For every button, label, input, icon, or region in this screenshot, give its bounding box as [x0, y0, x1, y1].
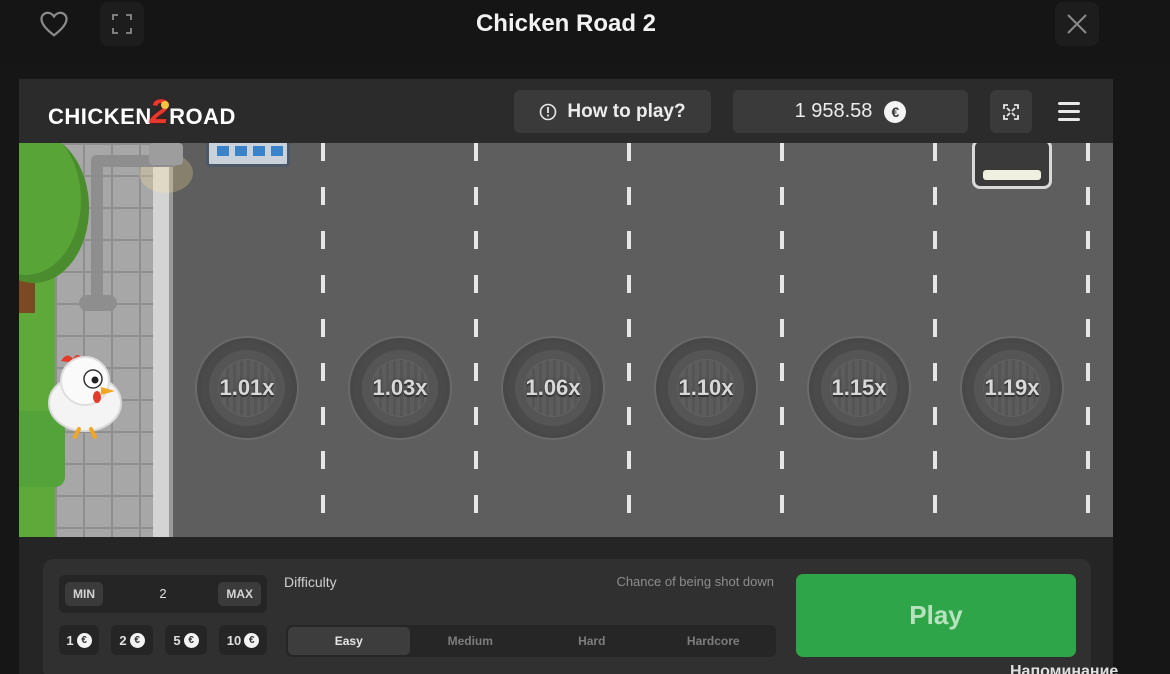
lane-divider: [933, 143, 937, 537]
manhole-multiplier[interactable]: 1.03x: [350, 338, 450, 438]
manhole-multiplier[interactable]: 1.19x: [962, 338, 1062, 438]
chance-label: Chance of being shot down: [616, 574, 774, 589]
multiplier-label: 1.01x: [219, 375, 275, 400]
close-icon: [1067, 14, 1087, 34]
multiplier-label: 1.10x: [678, 375, 734, 400]
quick-bet-value: 1: [66, 632, 74, 648]
game-frame: CHICKEN 2 ROAD How to play? 1 958.58 € 1…: [19, 79, 1113, 674]
max-bet-button[interactable]: MAX: [218, 582, 261, 606]
lane-divider: [627, 143, 631, 537]
logo-text-chicken: CHICKEN: [48, 103, 152, 129]
manhole-multiplier[interactable]: 1.15x: [809, 338, 909, 438]
difficulty-selector: Easy Medium Hard Hardcore: [286, 625, 776, 657]
logo-number: 2: [149, 93, 170, 131]
lane-divider: [474, 143, 478, 537]
close-button[interactable]: [1055, 2, 1099, 46]
quick-bet-10-button[interactable]: 10 €: [219, 625, 267, 655]
multiplier-label: 1.15x: [831, 375, 887, 400]
quick-bet-value: 2: [119, 632, 127, 648]
game-fullscreen-button[interactable]: [990, 90, 1032, 133]
menu-bar: [1058, 118, 1080, 121]
lane-divider: [780, 143, 784, 537]
balance-amount: 1 958.58: [794, 100, 873, 122]
how-to-play-button[interactable]: How to play?: [514, 90, 711, 133]
difficulty-easy[interactable]: Easy: [288, 627, 410, 655]
difficulty-hardcore[interactable]: Hardcore: [653, 627, 775, 655]
street-lamp-base: [79, 295, 117, 311]
balance-display: 1 958.58 €: [733, 90, 968, 133]
multiplier-label: 1.19x: [984, 375, 1040, 400]
overlay-corner-text: Напоминание: [1010, 663, 1119, 674]
bus-icon: [206, 143, 290, 167]
manhole-multiplier[interactable]: 1.06x: [503, 338, 603, 438]
logo-text-road: ROAD: [169, 103, 236, 129]
egg-icon: [161, 100, 170, 109]
difficulty-medium[interactable]: Medium: [410, 627, 532, 655]
manhole-multiplier[interactable]: 1.01x: [197, 338, 297, 438]
quick-bet-value: 5: [173, 632, 181, 648]
car-icon: [972, 143, 1052, 189]
modal-top-bar: Chicken Road 2: [0, 0, 1170, 62]
euro-icon: €: [183, 632, 199, 648]
quick-bet-1-button[interactable]: 1 €: [59, 625, 99, 655]
euro-icon: €: [244, 632, 260, 648]
lane-divider: [321, 143, 325, 537]
road-scene: 1.01x 1.03x 1.06x 1.10x 1.15x 1.19x: [19, 143, 1113, 537]
game-logo: CHICKEN 2 ROAD: [48, 93, 236, 136]
curb: [153, 143, 173, 537]
how-to-play-label: How to play?: [567, 100, 686, 122]
control-panel: MIN 2 MAX 1 € 2 € 5 € 10 € Difficulty Ch…: [43, 559, 1091, 674]
lane-divider: [1086, 143, 1090, 537]
game-header: CHICKEN 2 ROAD How to play? 1 958.58 €: [19, 79, 1113, 143]
info-icon: [540, 103, 557, 120]
menu-bar: [1058, 110, 1080, 113]
street-lamp-icon: [149, 143, 183, 165]
bet-amount-input[interactable]: MIN 2 MAX: [59, 575, 267, 613]
hamburger-menu-button[interactable]: [1048, 90, 1090, 133]
difficulty-hard[interactable]: Hard: [531, 627, 653, 655]
euro-icon: €: [76, 632, 92, 648]
euro-icon: €: [129, 632, 145, 648]
expand-icon: [1003, 103, 1019, 120]
play-button[interactable]: Play: [796, 574, 1076, 657]
multiplier-label: 1.03x: [372, 375, 428, 400]
quick-bet-5-button[interactable]: 5 €: [165, 625, 207, 655]
menu-bar: [1058, 102, 1080, 105]
manhole-multiplier[interactable]: 1.10x: [656, 338, 756, 438]
modal-title: Chicken Road 2: [475, 10, 657, 37]
quick-bet-2-button[interactable]: 2 €: [111, 625, 153, 655]
difficulty-label: Difficulty: [284, 574, 337, 590]
multiplier-label: 1.06x: [525, 375, 581, 400]
street-lamp-post: [91, 155, 103, 305]
quick-bet-value: 10: [226, 632, 242, 648]
chicken-icon: [48, 355, 122, 439]
euro-icon: €: [884, 100, 907, 123]
